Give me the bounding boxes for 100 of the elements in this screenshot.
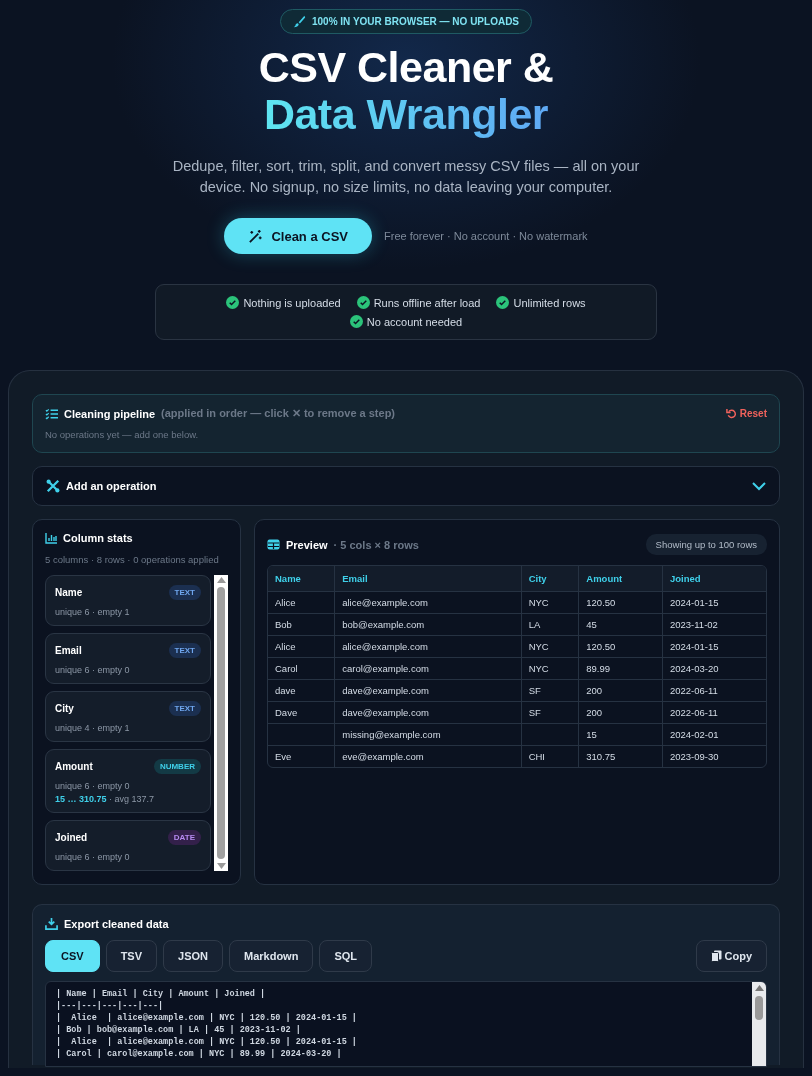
scroll-thumb[interactable] bbox=[217, 587, 225, 859]
feature-label: Unlimited rows bbox=[513, 296, 586, 309]
table-cell: 200 bbox=[579, 680, 663, 702]
type-tag: TEXT bbox=[168, 585, 201, 600]
column-stat-text: unique 6 · empty 0 bbox=[55, 665, 131, 675]
table-cell: 2024-01-15 bbox=[663, 592, 766, 614]
scrollbar[interactable] bbox=[214, 575, 228, 871]
output-textarea[interactable] bbox=[45, 981, 767, 1067]
format-tab[interactable]: Markdown bbox=[229, 940, 314, 972]
bar-chart-icon bbox=[45, 532, 57, 544]
column-stat-text: unique 6 · empty 1 bbox=[55, 607, 131, 617]
column-name: Amount bbox=[55, 761, 93, 772]
table-cell: Bob bbox=[268, 614, 336, 636]
table-cell: 2022-06-11 bbox=[663, 702, 766, 724]
output-line: |---|---|---|---|---| bbox=[56, 1001, 164, 1011]
scroll-up-icon[interactable] bbox=[216, 577, 226, 583]
column-stats-title: Column stats bbox=[63, 532, 133, 544]
table-cell: bob@example.com bbox=[335, 614, 522, 636]
reset-button[interactable]: Reset bbox=[725, 408, 767, 419]
output-line: | Bob | bob@example.com | LA | 45 | 2023-11-02 | bbox=[56, 1025, 301, 1035]
output-line: | Name | Email | City | Amount | Joined | bbox=[56, 989, 266, 999]
preview-title: Preview bbox=[286, 538, 328, 551]
output-line: | Carol | carol@example.com | NYC | 89.99 | 2024-03-20 | bbox=[56, 1049, 342, 1059]
table-cell: 2022-06-11 bbox=[663, 680, 766, 702]
tools-icon bbox=[46, 479, 60, 493]
format-tab[interactable]: TSV bbox=[105, 940, 158, 972]
type-tag: DATE bbox=[167, 830, 201, 845]
cta-note: Free forever · No account · No watermark bbox=[384, 230, 588, 242]
pipeline-hint: (applied in order — click ✕ to remove a step) bbox=[161, 407, 396, 420]
table-cell: SF bbox=[521, 680, 580, 702]
table-cell: missing@example.com bbox=[335, 724, 522, 746]
column-name: Joined bbox=[55, 832, 88, 843]
table-cell: Dave bbox=[268, 702, 336, 724]
hero-subtitle: Dedupe, filter, sort, trim, split, and convert messy CSV files — all on your device. No signup, no size limits, no data leaving your computer. bbox=[171, 157, 641, 197]
format-tab[interactable]: JSON bbox=[163, 940, 223, 972]
badge-text: 100% IN YOUR BROWSER — NO UPLOADS bbox=[311, 16, 520, 27]
copy-button[interactable]: Copy bbox=[695, 940, 767, 972]
table-cell: 2023-11-02 bbox=[663, 614, 766, 636]
download-icon bbox=[45, 917, 58, 930]
table-cell: 200 bbox=[579, 702, 663, 724]
feature-label: Runs offline after load bbox=[373, 296, 481, 309]
type-tag: TEXT bbox=[168, 643, 201, 658]
scrollbar[interactable] bbox=[752, 982, 766, 1066]
type-tag: TEXT bbox=[168, 701, 201, 716]
table-cell: eve@example.com bbox=[335, 746, 522, 767]
column-name: City bbox=[55, 703, 74, 714]
check-icon bbox=[356, 296, 370, 309]
table-cell: NYC bbox=[521, 658, 580, 680]
scroll-down-icon[interactable] bbox=[216, 863, 226, 869]
clean-csv-button[interactable]: Clean a CSV bbox=[224, 218, 372, 254]
stats-summary: 5 columns · 8 rows · 0 operations applied bbox=[45, 554, 220, 565]
table-cell: LA bbox=[521, 614, 580, 636]
format-tab[interactable]: SQL bbox=[319, 940, 373, 972]
column-header: City bbox=[521, 566, 580, 592]
table-cell: dave bbox=[268, 680, 336, 702]
table-cell: Alice bbox=[268, 592, 336, 614]
add-operation-toggle[interactable]: Add an operation bbox=[32, 466, 780, 506]
table-cell: NYC bbox=[521, 636, 580, 658]
table-cell: alice@example.com bbox=[335, 592, 522, 614]
check-icon bbox=[226, 296, 240, 309]
column-stat-text: unique 6 · empty 0 bbox=[55, 852, 131, 862]
table-icon bbox=[267, 539, 280, 550]
value-range: 15 … 310.75 bbox=[55, 794, 107, 804]
brush-icon bbox=[292, 15, 306, 28]
column-stat-text: unique 4 · empty 1 bbox=[55, 723, 131, 733]
check-icon bbox=[349, 315, 363, 328]
column-name: Email bbox=[55, 645, 82, 656]
table-cell: 15 bbox=[579, 724, 663, 746]
column-header: Name bbox=[268, 566, 336, 592]
column-header: Joined bbox=[663, 566, 766, 592]
table-cell: 2024-02-01 bbox=[663, 724, 766, 746]
table-cell: 2024-01-15 bbox=[663, 636, 766, 658]
table-cell: 120.50 bbox=[579, 636, 663, 658]
column-name: Name bbox=[55, 587, 83, 598]
table-cell: Eve bbox=[268, 746, 336, 767]
feature-label: No account needed bbox=[366, 315, 463, 328]
column-header: Amount bbox=[579, 566, 663, 592]
table-cell: Alice bbox=[268, 636, 336, 658]
output-line: | Alice | alice@example.com | NYC | 120.50 | 2024-01-15 | bbox=[56, 1013, 357, 1023]
table-cell: 45 bbox=[579, 614, 663, 636]
table-cell: dave@example.com bbox=[335, 702, 522, 724]
output-line: | Alice | alice@example.com | NYC | 120.50 | 2024-01-15 | bbox=[56, 1037, 357, 1047]
feature-label: Nothing is uploaded bbox=[243, 296, 341, 309]
checklist-icon bbox=[45, 407, 58, 420]
table-cell: 2024-03-20 bbox=[663, 658, 766, 680]
table-cell-text: 2023-09-30 bbox=[669, 750, 720, 764]
table-cell: CHI bbox=[521, 746, 580, 767]
copy-icon bbox=[710, 950, 722, 962]
row-limit-badge: Showing up to 100 rows bbox=[645, 534, 767, 555]
preview-meta: · 5 cols × 8 rows bbox=[333, 538, 419, 551]
table-cell: 120.50 bbox=[579, 592, 663, 614]
format-tab[interactable]: CSV bbox=[45, 940, 100, 972]
pipeline-title: Cleaning pipeline bbox=[64, 407, 156, 420]
scroll-up-icon[interactable] bbox=[754, 985, 764, 991]
empty-pipeline-text: No operations yet — add one below. bbox=[45, 429, 200, 440]
scroll-thumb[interactable] bbox=[755, 996, 763, 1020]
table-cell: carol@example.com bbox=[335, 658, 522, 680]
check-icon bbox=[496, 296, 510, 309]
table-cell: SF bbox=[521, 702, 580, 724]
table-cell: 89.99 bbox=[579, 658, 663, 680]
